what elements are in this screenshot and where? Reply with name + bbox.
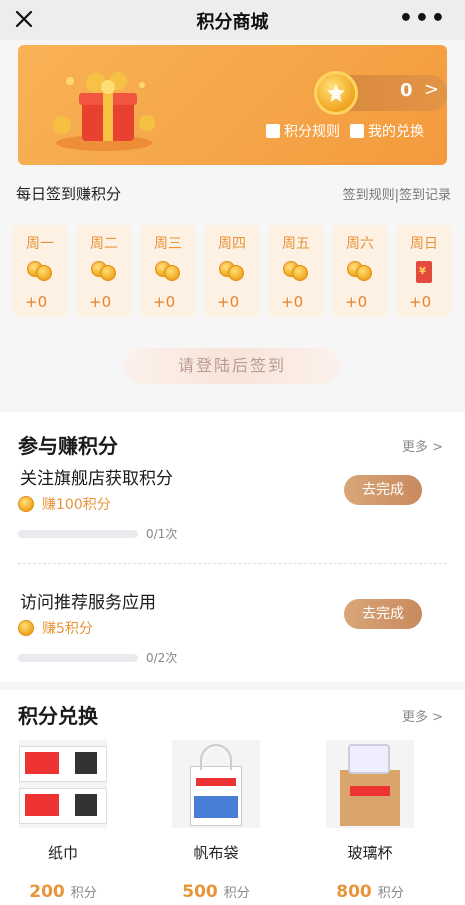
- product-card[interactable]: 纸巾 200 积分: [19, 740, 107, 902]
- day-card: 周五 +0: [269, 225, 323, 317]
- product-name: 纸巾: [47, 844, 78, 862]
- points-rules-link[interactable]: 积分规则: [266, 121, 340, 141]
- day-card: 周一 +0: [13, 225, 67, 317]
- day-points: +0: [89, 293, 112, 311]
- day-name: 周五: [282, 236, 310, 252]
- day-points: +0: [217, 293, 240, 311]
- product-points: 500: [182, 882, 218, 902]
- day-points: +0: [153, 293, 176, 311]
- signin-links[interactable]: 签到规则|签到记录: [343, 184, 451, 203]
- day-name: 周四: [218, 236, 246, 252]
- coin-icon: [27, 261, 53, 281]
- product-card[interactable]: 玻璃杯 800 积分: [326, 740, 414, 902]
- coin-icon: [155, 261, 181, 281]
- red-packet-icon: [416, 261, 432, 283]
- day-points: +0: [345, 293, 368, 311]
- coin-icon: [18, 496, 34, 512]
- product-image-tote-bag: [172, 740, 260, 828]
- product-points: 200: [29, 882, 65, 902]
- my-exchange-link[interactable]: 我的兑换: [350, 121, 424, 141]
- exchange-more-link[interactable]: 更多 >: [402, 706, 443, 725]
- task-reward-label: 赚100积分: [42, 497, 111, 513]
- product-price: 800 积分: [326, 882, 414, 902]
- day-name: 周三: [154, 236, 182, 252]
- task-progress-text: 0/1次: [146, 527, 178, 541]
- coin-icon: [347, 261, 373, 281]
- day-card: 周二 +0: [77, 225, 131, 317]
- day-card: 周四 +0: [205, 225, 259, 317]
- product-unit: 积分: [377, 886, 404, 901]
- task-title: 关注旗舰店获取积分: [20, 469, 173, 489]
- product-image-glass-cup: [326, 740, 414, 828]
- day-points: +0: [281, 293, 304, 311]
- task-progress-text: 0/2次: [146, 651, 178, 665]
- divider: [18, 563, 447, 564]
- signin-heading: 每日签到赚积分: [16, 185, 122, 203]
- more-menu-icon[interactable]: •••: [399, 6, 447, 31]
- day-card: 周三 +0: [141, 225, 195, 317]
- earn-more-link[interactable]: 更多 >: [402, 436, 443, 455]
- task-reward: 赚5积分: [18, 618, 93, 638]
- coin-icon: [219, 261, 245, 281]
- exchange-title: 积分兑换: [18, 704, 98, 728]
- day-card: 周日 +0: [397, 225, 451, 317]
- coin-icon: [283, 261, 309, 281]
- task-progress-bar: [18, 654, 138, 662]
- product-price: 500 积分: [172, 882, 260, 902]
- product-name: 帆布袋: [193, 844, 239, 862]
- product-price: 200 积分: [19, 882, 107, 902]
- product-unit: 积分: [223, 886, 250, 901]
- day-card: 周六 +0: [333, 225, 387, 317]
- page-title: 积分商城: [196, 12, 269, 33]
- document-icon: [266, 124, 280, 138]
- task-complete-button[interactable]: 去完成: [344, 475, 422, 505]
- exchange-section: 积分兑换 更多 > 纸巾 200 积分 帆布袋 500 积分 玻璃杯 800 积…: [0, 690, 465, 905]
- earn-section: 参与赚积分 更多 > 关注旗舰店获取积分 赚100积分 0/1次 去完成 访问推…: [0, 412, 465, 682]
- earn-title: 参与赚积分: [18, 434, 118, 458]
- product-name: 玻璃杯: [347, 844, 393, 862]
- gift-box-icon: [53, 72, 155, 151]
- top-bar: 积分商城 •••: [0, 0, 465, 40]
- product-unit: 积分: [70, 886, 97, 901]
- chevron-right-icon: >: [424, 79, 440, 100]
- day-name: 周六: [346, 236, 374, 252]
- points-coin-icon: [314, 71, 358, 115]
- points-balance: 0: [400, 80, 413, 101]
- day-name: 周日: [410, 236, 438, 252]
- task-reward-label: 赚5积分: [42, 621, 93, 637]
- signin-days: 周一 +0 周二 +0 周三 +0 周四 +0 周五 +0 周六 +0 周日 +…: [13, 225, 455, 317]
- product-points: 800: [336, 882, 372, 902]
- day-points: +0: [409, 293, 432, 311]
- signin-button[interactable]: 请登陆后签到: [124, 348, 340, 384]
- product-card[interactable]: 帆布袋 500 积分: [172, 740, 260, 902]
- coin-icon: [91, 261, 117, 281]
- points-banner: 0 > 积分规则 我的兑换: [18, 45, 447, 165]
- earn-more-label: 更多: [401, 440, 428, 455]
- coin-icon: [18, 620, 34, 636]
- day-name: 周一: [26, 236, 54, 252]
- my-exchange-label: 我的兑换: [368, 124, 424, 140]
- product-image-tissue: [19, 740, 107, 828]
- points-rules-label: 积分规则: [284, 124, 340, 140]
- task-reward: 赚100积分: [18, 494, 111, 514]
- day-points: +0: [25, 293, 48, 311]
- task-complete-button[interactable]: 去完成: [344, 599, 422, 629]
- day-name: 周二: [90, 236, 118, 252]
- task-title: 访问推荐服务应用: [20, 593, 156, 613]
- task-progress-bar: [18, 530, 138, 538]
- gift-icon: [350, 124, 364, 138]
- exchange-more-label: 更多: [401, 710, 428, 725]
